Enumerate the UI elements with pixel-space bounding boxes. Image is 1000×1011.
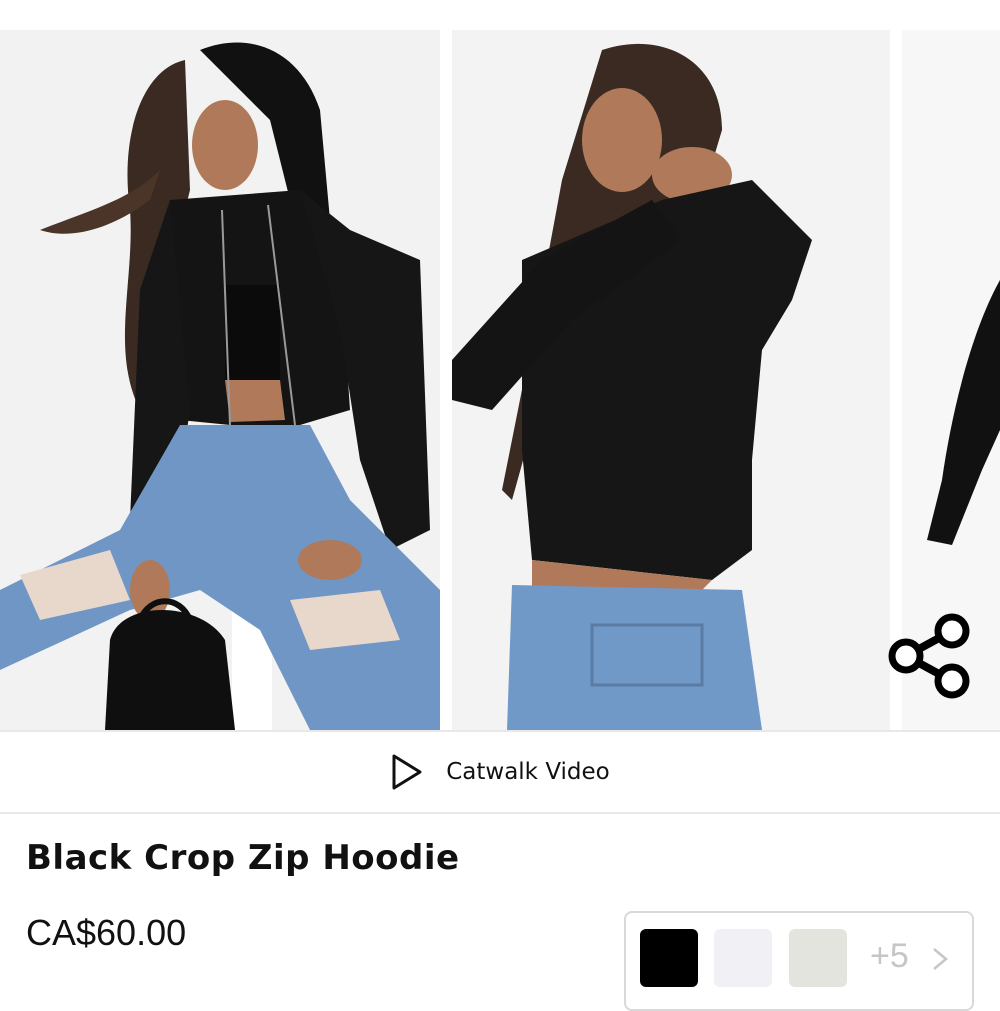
color-swatch-selector: +5 xyxy=(624,911,974,1011)
product-photo-side[interactable] xyxy=(452,30,890,730)
share-button[interactable] xyxy=(884,613,974,703)
product-photo-side-illustration xyxy=(452,30,890,730)
catwalk-video-label: Catwalk Video xyxy=(446,759,610,785)
more-colors-count[interactable]: +5 xyxy=(870,937,909,976)
play-icon xyxy=(392,754,422,790)
color-swatch-grey[interactable] xyxy=(789,929,847,987)
product-photo-front[interactable] xyxy=(0,30,440,730)
catwalk-video-button[interactable]: Catwalk Video xyxy=(0,730,1000,814)
product-price: CA$60.00 xyxy=(26,912,187,953)
chevron-right-icon[interactable] xyxy=(931,947,949,971)
product-photo-front-illustration xyxy=(0,30,440,730)
color-swatch-black[interactable] xyxy=(640,929,698,987)
share-icon xyxy=(888,613,970,699)
gallery-top-spacer xyxy=(0,0,1000,30)
product-title: Black Crop Zip Hoodie xyxy=(26,838,460,878)
product-image-gallery[interactable] xyxy=(0,0,1000,730)
color-swatch-white[interactable] xyxy=(714,929,772,987)
